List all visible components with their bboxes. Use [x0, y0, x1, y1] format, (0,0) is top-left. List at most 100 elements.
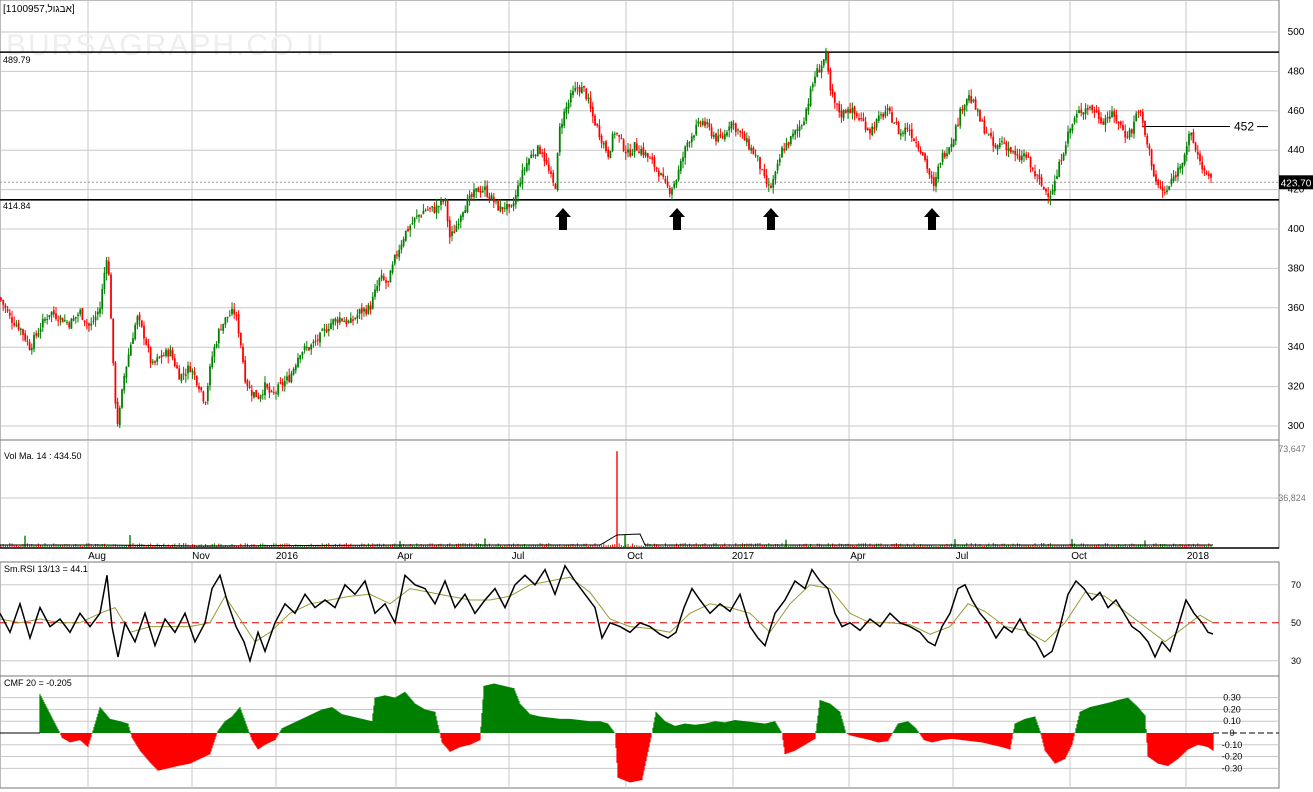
candle-body	[171, 350, 174, 359]
candle-body	[1130, 129, 1133, 134]
candle-body	[838, 103, 841, 113]
candle-body	[167, 350, 170, 357]
candle-body	[908, 129, 911, 131]
price-tick-label: 460	[1288, 106, 1305, 117]
candle-body	[688, 142, 691, 144]
candle-body	[448, 220, 451, 238]
candle-body	[1179, 166, 1182, 170]
price-tick-label: 340	[1288, 342, 1305, 353]
candle-body	[391, 264, 394, 273]
candle-body	[778, 158, 781, 163]
candle-body	[338, 317, 341, 323]
candle-body	[1095, 110, 1098, 112]
candle-body	[855, 113, 858, 117]
candle-body	[910, 129, 913, 139]
candle-body	[959, 108, 962, 126]
rsi-tick-label: 30	[1291, 656, 1301, 666]
candle-body	[396, 254, 398, 256]
candle-body	[591, 106, 594, 117]
candle-body	[1203, 168, 1206, 171]
candle-body	[323, 328, 326, 331]
candle-body	[358, 309, 361, 314]
candle-body	[987, 133, 990, 135]
candle-body	[893, 122, 896, 124]
candle-body	[552, 172, 555, 183]
candle-body	[1205, 172, 1208, 174]
candle-body	[1049, 195, 1052, 199]
candle-body	[182, 373, 185, 375]
candle-body	[875, 119, 878, 128]
candle-body	[895, 122, 898, 124]
candle-body	[101, 288, 104, 309]
x-tick-label: Jul	[512, 551, 525, 562]
candle-body	[759, 157, 761, 170]
candle-body	[622, 139, 625, 151]
x-tick-label: Apr	[397, 551, 413, 562]
candle-body	[352, 319, 354, 321]
candle-body	[81, 308, 84, 320]
candle-body	[46, 318, 49, 320]
candle-body	[596, 123, 599, 126]
candle-body	[279, 382, 282, 384]
candle-body	[255, 390, 258, 398]
candle-body	[939, 162, 942, 165]
candle-body	[1060, 160, 1063, 162]
candle-body	[943, 152, 946, 158]
candle-body	[158, 356, 161, 358]
candle-body	[1009, 147, 1012, 153]
candle-body	[1166, 190, 1168, 193]
candle-body	[800, 125, 803, 127]
candle-body	[866, 128, 869, 131]
candle-body	[235, 314, 238, 316]
candle-body	[1210, 173, 1212, 178]
candle-body	[730, 121, 733, 129]
candle-body	[290, 373, 293, 383]
candle-body	[545, 159, 548, 164]
candle-body	[532, 154, 535, 156]
candle-body	[886, 108, 889, 110]
candle-body	[1075, 113, 1078, 118]
candle-body	[1047, 193, 1050, 197]
candle-body	[640, 148, 643, 155]
candle-body	[1115, 114, 1118, 122]
candle-body	[288, 375, 291, 383]
candle-body	[294, 365, 297, 371]
cmf-tick-label: -0.20	[1222, 752, 1243, 762]
candle-body	[457, 223, 460, 226]
candle-body	[486, 185, 489, 197]
candle-body	[110, 274, 112, 319]
candle-body	[833, 92, 836, 103]
candle-body	[660, 173, 662, 176]
candle-body	[259, 395, 262, 399]
candle-body	[1199, 153, 1201, 162]
candle-body	[420, 215, 423, 217]
candle-body	[1192, 131, 1195, 143]
candle-body	[1172, 176, 1175, 182]
candle-body	[783, 148, 786, 151]
candle-body	[737, 129, 739, 131]
candle-body	[563, 111, 566, 126]
candle-body	[618, 135, 621, 137]
candle-body	[902, 132, 904, 134]
candle-body	[1062, 153, 1065, 161]
price-tick-label: 440	[1288, 145, 1305, 156]
candle-body	[129, 344, 132, 356]
candle-body	[1003, 142, 1006, 144]
candle-body	[286, 376, 288, 381]
candle-body	[1051, 189, 1054, 195]
candle-body	[739, 130, 742, 133]
candle-body	[941, 152, 944, 162]
candle-body	[466, 198, 469, 212]
candle-body	[1113, 111, 1116, 117]
candle-body	[794, 130, 797, 135]
candle-body	[13, 323, 16, 326]
target-label: 452	[1234, 120, 1254, 134]
candle-body	[1170, 179, 1173, 185]
candle-body	[1111, 111, 1113, 117]
candle-body	[462, 212, 464, 217]
candle-body	[781, 147, 783, 158]
candle-body	[444, 198, 447, 202]
candle-body	[418, 214, 420, 217]
price-tick-label: 300	[1288, 421, 1305, 432]
candle-body	[319, 332, 321, 343]
